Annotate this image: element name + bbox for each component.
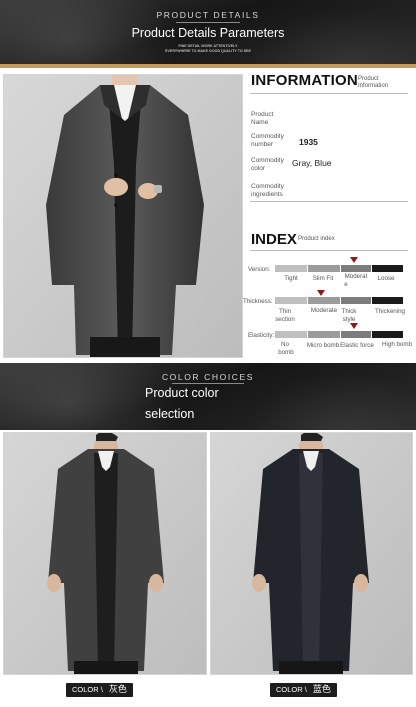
- version-option-moderate-wrap: e: [344, 281, 348, 288]
- index-heading-sub: Product index: [298, 236, 335, 242]
- version-seg-4: [372, 265, 403, 272]
- blue-color-tag-label: COLOR \: [276, 685, 307, 694]
- elasticity-option-elastic-force: Elastic force: [340, 342, 374, 349]
- thickness-seg-1: [275, 297, 307, 304]
- information-sub-line-2: Information: [358, 82, 389, 89]
- commodity-number-label-1: Commodity: [251, 133, 284, 140]
- thickness-option-moderate: Moderate: [310, 307, 338, 314]
- elasticity-label: Elasticity:: [248, 332, 275, 339]
- commodity-number-label-2: number: [251, 140, 274, 148]
- version-seg-2: [308, 265, 340, 272]
- index-heading: INDEX: [251, 231, 297, 248]
- version-option-moderate: Moderat: [344, 273, 368, 280]
- product-details-banner: PRODUCT DETAILS Product Details Paramete…: [0, 0, 416, 66]
- version-marker: [350, 257, 358, 263]
- gray-color-tag-name: 灰色: [108, 685, 127, 695]
- thickness-option-thin: Thin: [278, 308, 292, 315]
- elasticity-option-no: No: [281, 341, 289, 348]
- information-heading: INFORMATION: [251, 72, 358, 89]
- banner-divider: [176, 22, 240, 23]
- gold-divider: [0, 64, 416, 68]
- color-title-line-2: selection: [145, 407, 195, 421]
- elasticity-marker: [350, 323, 358, 329]
- elasticity-seg-4: [372, 331, 403, 338]
- thickness-marker: [317, 290, 325, 296]
- commodity-color-label-2: color: [251, 164, 266, 172]
- blue-coat-photo: [210, 432, 413, 675]
- information-rule-bottom: [250, 201, 408, 202]
- version-option-tight: Tight: [284, 275, 298, 282]
- commodity-color-label: Commodity color: [251, 157, 284, 172]
- banner-kicker: PRODUCT DETAILS: [156, 10, 260, 20]
- product-name-label: Product Name: [251, 111, 273, 126]
- commodity-color-label-1: Commodity: [251, 157, 284, 164]
- ingredients-label-1: Commodity: [251, 183, 284, 190]
- color-banner-divider: [172, 383, 244, 384]
- thickness-option-thin-wrap: section: [275, 316, 295, 323]
- elasticity-seg-2: [308, 331, 340, 338]
- gray-color-tag[interactable]: COLOR \ 灰色: [66, 683, 133, 697]
- thickness-seg-2: [308, 297, 340, 304]
- color-choices-banner: COLOR CHOICES Product color selection: [0, 363, 416, 430]
- version-seg-1: [275, 265, 307, 272]
- version-seg-3: [341, 265, 371, 272]
- color-title-line-1: Product color: [145, 386, 219, 400]
- version-option-slim-fit: Slim Fit: [312, 275, 334, 282]
- ingredients-label: Commodity ingredients: [251, 183, 284, 198]
- index-rule: [250, 250, 408, 251]
- blue-color-tag[interactable]: COLOR \ 蓝色: [270, 683, 337, 697]
- ingredients-label-2: ingredients: [251, 190, 283, 198]
- elasticity-option-micro-bomb: Micro bomb: [306, 342, 340, 349]
- elasticity-option-high-bomb: High bomb: [382, 341, 412, 348]
- main-product-photo: [3, 74, 243, 358]
- banner-title: Product Details Parameters: [131, 26, 285, 40]
- blue-color-tag-name: 蓝色: [312, 685, 331, 695]
- thickness-seg-4: [372, 297, 403, 304]
- banner-sub-line-2: EVERYWHERE TO MAKE GOOD QUALITY TO SEE: [165, 49, 251, 53]
- information-heading-sub: Product Information: [358, 76, 388, 89]
- gray-color-tag-label: COLOR \: [72, 685, 103, 694]
- elasticity-seg-1: [275, 331, 307, 338]
- commodity-number-label: Commodity number: [251, 133, 284, 148]
- thickness-seg-3: [341, 297, 371, 304]
- elasticity-option-no-wrap: bomb: [278, 349, 294, 356]
- commodity-color-value: Gray, Blue: [292, 158, 332, 168]
- thickness-label: Thickness:: [243, 298, 273, 305]
- thickness-option-thickening: Thickening: [375, 308, 405, 315]
- version-option-loose: Loose: [377, 275, 395, 282]
- product-name-label-2: Name: [251, 118, 269, 126]
- product-name-label-1: Product: [251, 111, 274, 118]
- commodity-number-value: 1935: [299, 137, 318, 147]
- version-label: Version:: [248, 266, 271, 273]
- elasticity-seg-3: [341, 331, 371, 338]
- color-kicker: COLOR CHOICES: [161, 372, 255, 382]
- gray-coat-photo: [3, 432, 207, 675]
- thickness-option-thick: Thick: [341, 308, 357, 315]
- information-rule: [250, 93, 408, 94]
